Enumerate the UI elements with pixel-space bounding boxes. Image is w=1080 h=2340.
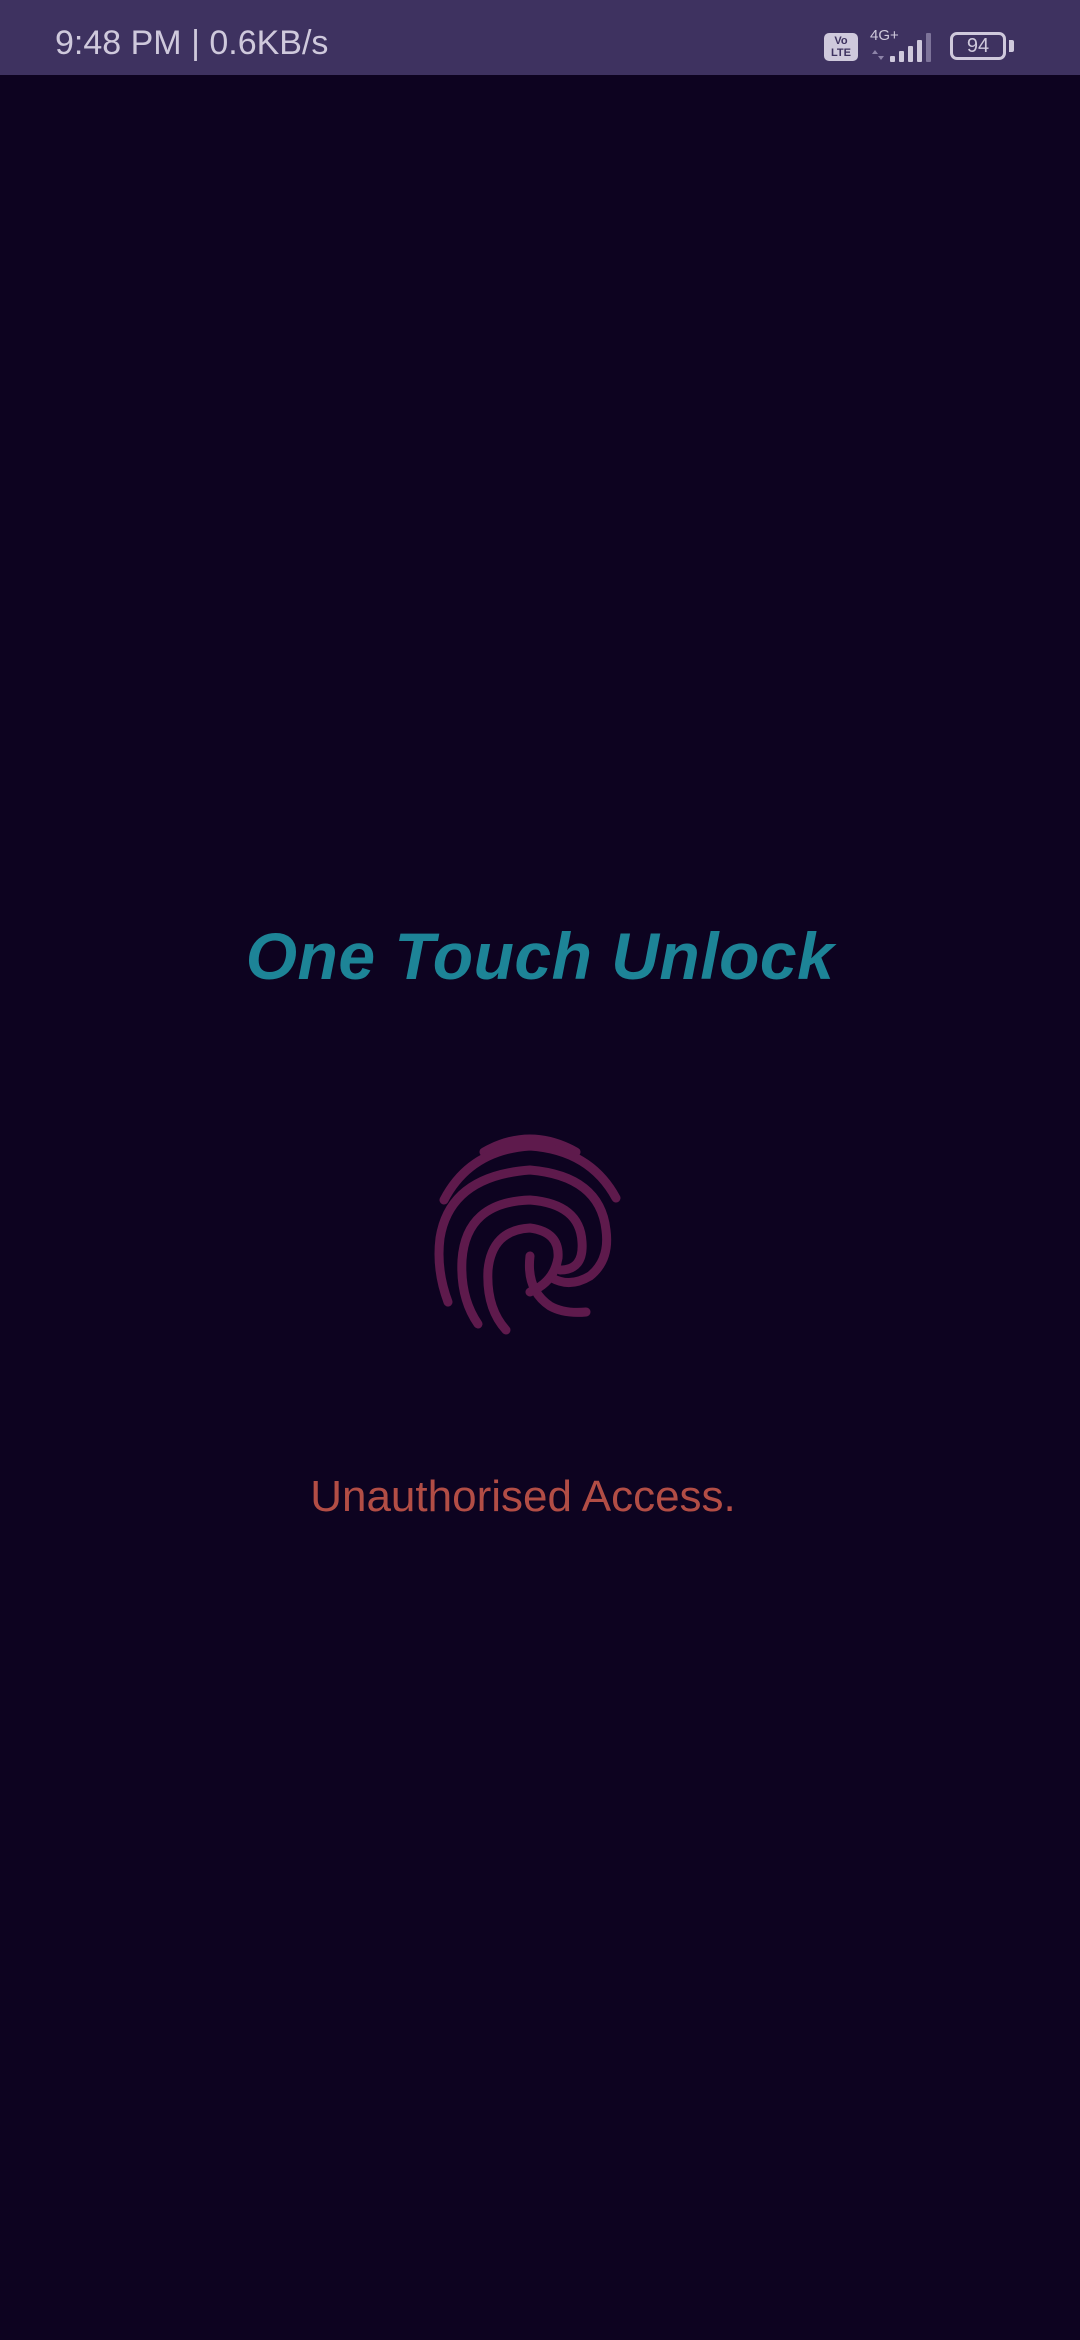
fingerprint-icon[interactable]: [430, 1120, 630, 1340]
status-message: Unauthorised Access.: [310, 1472, 736, 1521]
signal-bars-icon: [872, 33, 931, 62]
app-title: One Touch Unlock: [245, 919, 835, 993]
battery-icon: 94: [950, 32, 1006, 60]
battery-tip: [1009, 40, 1014, 52]
status-time: 9:48 PM | 0.6KB/s: [55, 24, 329, 62]
volte-label-bottom: LTE: [831, 47, 851, 59]
lock-screen: 9:48 PM | 0.6KB/s Vo LTE 4G+ 94 One Touc…: [0, 0, 1080, 2340]
status-bar: 9:48 PM | 0.6KB/s Vo LTE 4G+ 94: [0, 0, 1080, 75]
battery-level: 94: [966, 35, 990, 57]
volte-icon: Vo LTE: [824, 33, 858, 61]
volte-label-top: Vo: [834, 35, 848, 47]
